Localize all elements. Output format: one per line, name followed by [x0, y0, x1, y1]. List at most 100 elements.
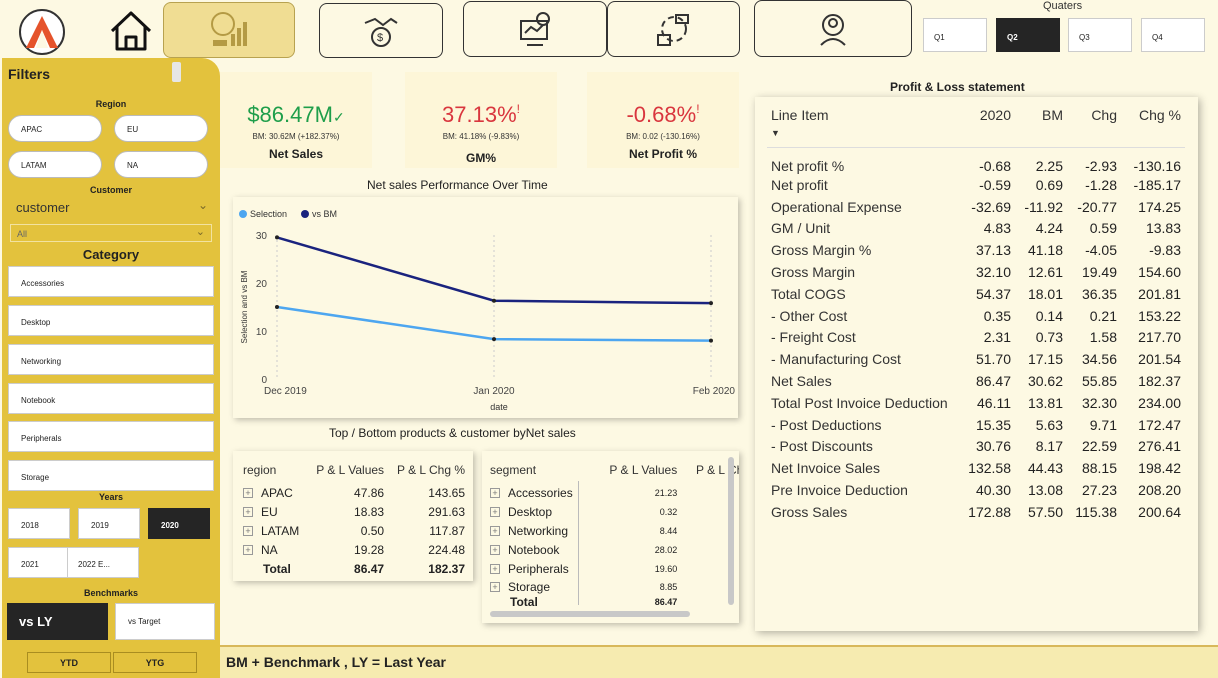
pl-row[interactable]: GM / Unit 4.83 4.24 0.59 13.83: [767, 218, 1185, 240]
sidebar-scrollbar[interactable]: [172, 62, 181, 82]
ytg-button[interactable]: YTG: [113, 652, 197, 673]
column-header[interactable]: P & L Values: [592, 457, 681, 483]
pl-value: 44.43: [1027, 460, 1063, 477]
finance-nav-icon[interactable]: $: [319, 3, 443, 58]
pl-row[interactable]: Total COGS 54.37 18.01 36.35 201.81: [767, 283, 1185, 305]
table-row[interactable]: +Networking8.447: [486, 521, 739, 540]
benchmark-vs-target-button[interactable]: vs Target: [115, 603, 215, 640]
segment-table-grid: segment P & L Values P & L Chg +Accessor…: [486, 457, 739, 609]
expand-icon[interactable]: +: [243, 507, 253, 518]
quarter-button-q3[interactable]: Q3: [1068, 18, 1132, 52]
table-row[interactable]: + NA 19.28 224.48: [239, 540, 469, 559]
customer-dropdown[interactable]: customer ⌄: [8, 196, 214, 218]
table-row[interactable]: + Desktop 0.32: [486, 502, 739, 521]
year-button-2021[interactable]: 2021: [8, 547, 70, 578]
benchmark-vs-ly-button[interactable]: vs LY: [7, 603, 108, 640]
executive-nav-icon[interactable]: [754, 0, 912, 57]
pl-row[interactable]: - Freight Cost 2.31 0.73 1.58 217.70: [767, 327, 1185, 349]
year-button-2019[interactable]: 2019: [78, 508, 140, 539]
column-header[interactable]: Line Item ▼: [767, 107, 963, 148]
column-header[interactable]: P & L Values: [307, 457, 388, 483]
quarter-button-q2[interactable]: Q2: [996, 18, 1060, 52]
table-row[interactable]: +Peripherals19.6026: [486, 559, 739, 578]
category-item-peripherals[interactable]: Peripherals: [8, 421, 214, 452]
expand-icon[interactable]: +: [490, 545, 500, 556]
marketing-nav-icon[interactable]: [463, 1, 607, 57]
pl-value: 86.47: [975, 373, 1011, 390]
sort-down-icon[interactable]: ▼: [771, 128, 780, 138]
quarter-button-q4[interactable]: Q4: [1141, 18, 1205, 52]
pl-row[interactable]: - Post Discounts 30.76 8.17 22.59 276.41: [767, 436, 1185, 458]
pl-row[interactable]: Net profit -0.59 0.69 -1.28 -185.17: [767, 174, 1185, 196]
year-button-2020[interactable]: 2020: [148, 508, 210, 539]
pl-row[interactable]: Operational Expense -32.69 -11.92 -20.77 174…: [767, 196, 1185, 218]
pl-value: -9.83: [1149, 242, 1181, 259]
pl-value: 4.83: [983, 220, 1011, 237]
category-item-storage[interactable]: Storage: [8, 460, 214, 491]
pl-line-item: - Manufacturing Cost: [771, 351, 901, 368]
pl-row[interactable]: Total Post Invoice Deduction 46.11 13.81 32…: [767, 392, 1185, 414]
column-header[interactable]: P & L Chg %: [388, 457, 469, 483]
pl-row[interactable]: Gross Margin % 37.13 41.18 -4.05 -9.83: [767, 239, 1185, 261]
quarter-button-q1[interactable]: Q1: [923, 18, 987, 52]
kpi-value: $86.47M✓: [247, 102, 345, 127]
expand-icon[interactable]: +: [490, 564, 500, 575]
pl-value: 154.60: [1138, 264, 1181, 281]
pl-row[interactable]: Gross Sales 172.88 57.50 115.38 200.64: [767, 501, 1185, 523]
pl-row[interactable]: Pre Invoice Deduction 40.30 13.08 27.23 208.…: [767, 479, 1185, 501]
pl-row[interactable]: Net Invoice Sales 132.58 44.43 88.15 198.42: [767, 457, 1185, 479]
column-header[interactable]: segment: [486, 457, 592, 483]
column-header[interactable]: BM: [1015, 107, 1067, 148]
expand-icon[interactable]: +: [490, 488, 500, 499]
year-button-2018[interactable]: 2018: [8, 508, 70, 539]
pl-value: 13.08: [1027, 482, 1063, 499]
region-pill-latam[interactable]: LATAM: [8, 151, 102, 178]
category-item-notebook[interactable]: Notebook: [8, 383, 214, 414]
category-item-accessories[interactable]: Accessories: [8, 266, 214, 297]
pl-line-item: GM / Unit: [771, 220, 831, 237]
table-row[interactable]: +Storage8.8513: [486, 578, 739, 595]
pl-row[interactable]: Gross Margin 32.10 12.61 19.49 154.60: [767, 261, 1185, 283]
table-row[interactable]: + LATAM 0.50 117.87: [239, 521, 469, 540]
year-button-2022[interactable]: 2022 E...: [67, 547, 139, 578]
pl-row[interactable]: - Other Cost 0.35 0.14 0.21 153.22: [767, 305, 1185, 327]
expand-icon[interactable]: +: [490, 507, 500, 518]
horizontal-scrollbar[interactable]: [490, 611, 690, 617]
column-header[interactable]: Chg %: [1121, 107, 1185, 148]
pl-value: -0.68: [979, 158, 1011, 174]
table-row[interactable]: +Notebook28.0221: [486, 540, 739, 559]
vertical-scrollbar[interactable]: [728, 457, 734, 605]
global-sales-nav-icon[interactable]: [163, 2, 295, 58]
ytd-button[interactable]: YTD: [27, 652, 111, 673]
category-item-desktop[interactable]: Desktop: [8, 305, 214, 336]
pl-value: -20.77: [1077, 198, 1117, 215]
pl-row[interactable]: Net profit % -0.68 2.25 -2.93 -130.16: [767, 148, 1185, 174]
region-pill-eu[interactable]: EU: [114, 115, 208, 142]
region-pill-apac[interactable]: APAC: [8, 115, 102, 142]
pl-row[interactable]: Net Sales 86.47 30.62 55.85 182.37: [767, 370, 1185, 392]
expand-icon[interactable]: +: [243, 526, 253, 537]
expand-icon[interactable]: +: [243, 545, 253, 556]
category-item-networking[interactable]: Networking: [8, 344, 214, 375]
expand-icon[interactable]: +: [490, 526, 500, 537]
customer-select[interactable]: All ⌄: [10, 224, 212, 242]
pl-value: -0.59: [979, 176, 1011, 193]
column-header[interactable]: Chg: [1067, 107, 1121, 148]
x-axis-label: date: [490, 402, 508, 412]
expand-icon[interactable]: +: [243, 488, 253, 499]
region-pill-na[interactable]: NA: [114, 151, 208, 178]
expand-icon[interactable]: +: [490, 582, 500, 593]
pl-value: 153.22: [1138, 307, 1181, 324]
table-row[interactable]: +Accessories21.2317: [486, 483, 739, 502]
kpi-card-gm-percent: 37.13%! BM: 41.18% (-9.83%) GM%: [405, 72, 557, 168]
column-header[interactable]: 2020: [963, 107, 1015, 148]
pl-row[interactable]: - Manufacturing Cost 51.70 17.15 34.56 201.5…: [767, 348, 1185, 370]
home-icon[interactable]: [104, 4, 158, 58]
chart-title: Net sales Performance Over Time: [367, 178, 548, 192]
table-row[interactable]: + EU 18.83 291.63: [239, 502, 469, 521]
pl-row[interactable]: - Post Deductions 15.35 5.63 9.71 172.47: [767, 414, 1185, 436]
benchmarks-label: Benchmarks: [83, 588, 139, 598]
column-header[interactable]: region: [239, 457, 307, 483]
supply-chain-nav-icon[interactable]: [607, 1, 740, 57]
table-row[interactable]: + APAC 47.86 143.65: [239, 483, 469, 502]
